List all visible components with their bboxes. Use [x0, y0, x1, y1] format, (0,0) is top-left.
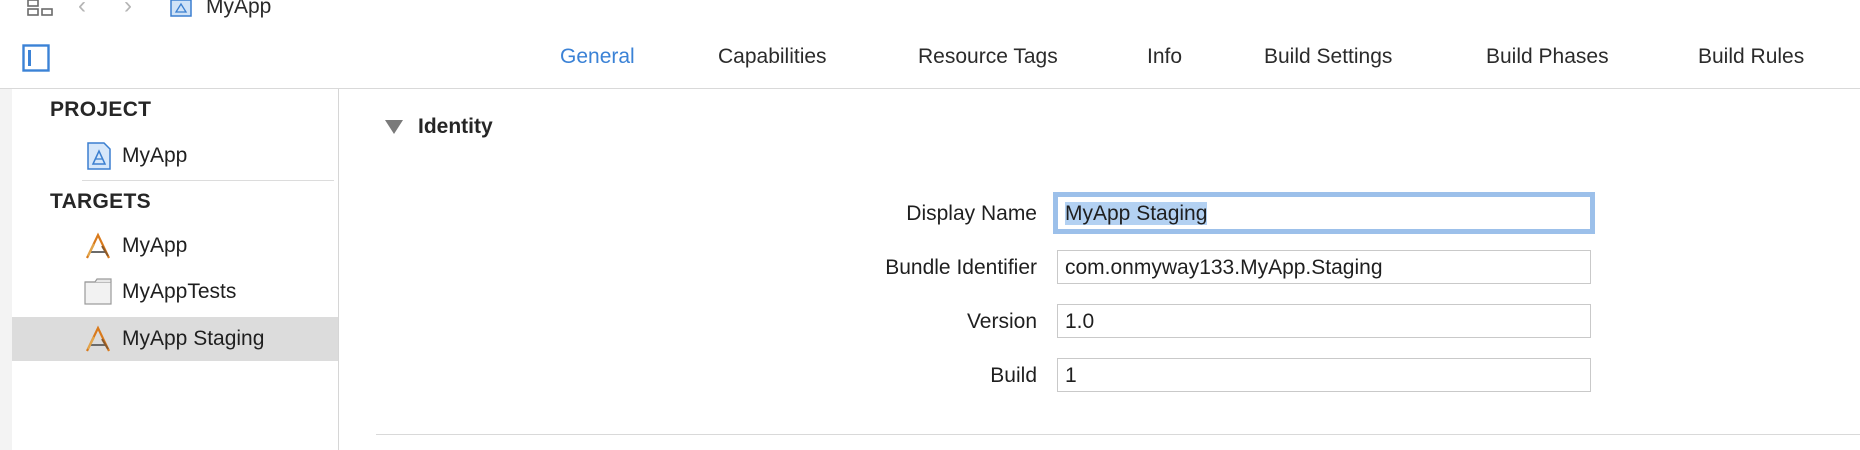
- tab-general[interactable]: General: [560, 45, 635, 69]
- editor-tab-bar: General Capabilities Resource Tags Info …: [0, 31, 1860, 89]
- general-settings-pane: Identity Display Name Bundle Identifier …: [339, 89, 1860, 450]
- sidebar-item-label: MyApp: [122, 144, 188, 167]
- tab-build-settings[interactable]: Build Settings: [1264, 45, 1392, 69]
- app-target-icon: [86, 232, 110, 259]
- sidebar-item-target-myapptests[interactable]: MyAppTests: [12, 270, 338, 314]
- version-field[interactable]: 1.0: [1057, 304, 1591, 338]
- tab-build-rules[interactable]: Build Rules: [1698, 45, 1804, 69]
- targets-section-header: TARGETS: [50, 190, 151, 213]
- project-file-icon: [87, 142, 111, 170]
- bundle-identifier-label: Bundle Identifier: [885, 256, 1037, 279]
- tab-capabilities[interactable]: Capabilities: [718, 45, 827, 69]
- breadcrumb[interactable]: MyApp: [206, 0, 271, 19]
- tab-build-phases[interactable]: Build Phases: [1486, 45, 1609, 69]
- sidebar-item-label: MyAppTests: [122, 280, 237, 303]
- build-field[interactable]: 1: [1057, 358, 1591, 392]
- sidebar-item-label: MyApp: [122, 234, 188, 257]
- sidebar-divider: [82, 180, 334, 181]
- tab-info[interactable]: Info: [1147, 45, 1182, 69]
- selected-text: MyApp Staging: [1065, 202, 1208, 225]
- project-target-list: PROJECT MyApp TARGETS MyApp MyAppTests M…: [12, 89, 339, 450]
- identity-section-title: Identity: [418, 115, 493, 138]
- sidebar-item-label: MyApp Staging: [122, 327, 265, 350]
- sidebar-item-project-myapp[interactable]: MyApp: [12, 134, 338, 178]
- navigation-bar: ‹ › MyApp: [0, 0, 1860, 32]
- sidebar-item-target-myapp[interactable]: MyApp: [12, 224, 338, 268]
- back-icon[interactable]: ‹: [78, 0, 86, 18]
- version-label: Version: [966, 310, 1037, 333]
- app-target-icon: [86, 325, 110, 352]
- sidebar-item-target-myapp-staging[interactable]: MyApp Staging: [12, 317, 338, 361]
- section-divider: [376, 434, 1860, 435]
- display-name-field[interactable]: MyApp Staging: [1057, 196, 1591, 230]
- test-bundle-icon: [84, 278, 112, 305]
- related-items-icon[interactable]: [27, 0, 55, 16]
- forward-icon[interactable]: ›: [124, 0, 132, 18]
- sidebar-toggle-icon[interactable]: [22, 44, 50, 72]
- project-file-icon: [170, 0, 192, 17]
- bundle-identifier-field[interactable]: com.onmyway133.MyApp.Staging: [1057, 250, 1591, 284]
- tab-resource-tags[interactable]: Resource Tags: [918, 45, 1058, 69]
- build-label: Build: [990, 364, 1037, 387]
- project-section-header: PROJECT: [50, 98, 152, 121]
- display-name-label: Display Name: [906, 202, 1037, 225]
- disclosure-triangle-icon[interactable]: [385, 120, 403, 134]
- identity-labels: Display Name Bundle Identifier Version B…: [739, 89, 1037, 450]
